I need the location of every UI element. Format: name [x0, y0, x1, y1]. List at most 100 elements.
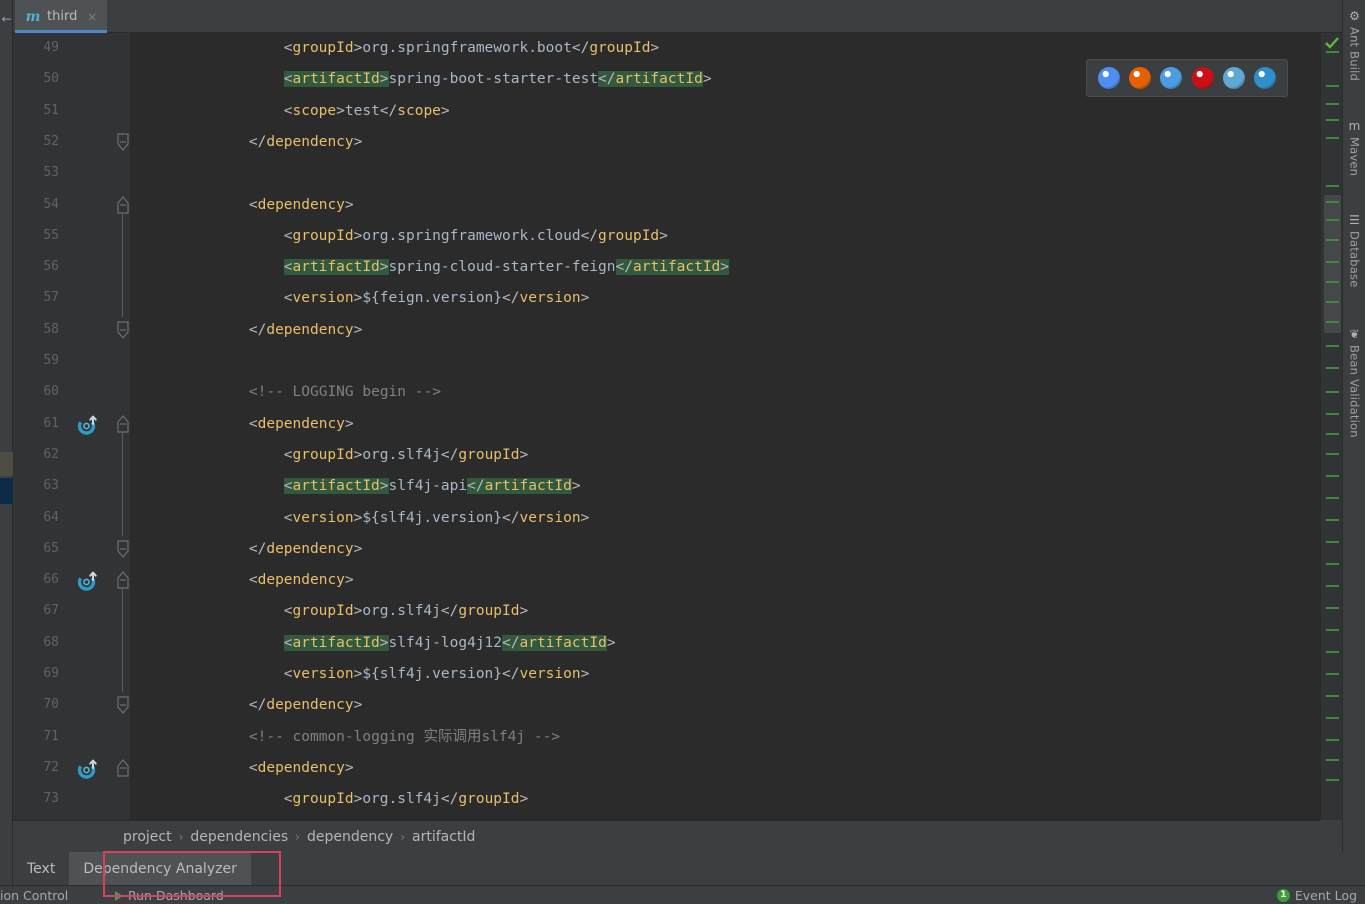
tool-window-button-database[interactable]: ☰ Database	[1343, 212, 1365, 287]
code-line[interactable]: <groupId>org.slf4j</groupId>	[284, 440, 528, 471]
error-stripe-mark[interactable]	[1326, 779, 1339, 781]
code-line[interactable]: <artifactId>slf4j-api</artifactId>	[283, 471, 581, 502]
error-stripe-mark[interactable]	[1326, 541, 1339, 543]
error-stripe-mark[interactable]	[1326, 717, 1339, 719]
chrome-icon[interactable]	[1097, 67, 1120, 89]
editor-gutter[interactable]: 49 50 51 52 53 54 55 56 57 58 59 60 61 62 63 64 65 66 67 68…	[13, 33, 130, 820]
error-stripe-mark[interactable]	[1326, 137, 1339, 139]
internet-explorer-icon[interactable]	[1222, 67, 1245, 89]
error-stripe-mark[interactable]	[1326, 759, 1339, 761]
error-stripe-mark[interactable]	[1326, 563, 1339, 565]
error-stripe-mark[interactable]	[1326, 239, 1339, 241]
code-line[interactable]: </dependency>	[249, 534, 363, 565]
error-stripe-mark[interactable]	[1326, 433, 1339, 435]
fold-start-icon[interactable]	[116, 569, 130, 591]
breadcrumb-item-artifactId[interactable]: artifactId	[412, 829, 475, 845]
error-stripe-mark[interactable]	[1326, 497, 1339, 499]
error-stripe-mark[interactable]	[1326, 185, 1339, 187]
error-stripe-mark[interactable]	[1326, 629, 1339, 631]
code-line[interactable]: </dependency>	[249, 127, 363, 158]
error-stripe[interactable]	[1320, 33, 1342, 820]
maven-reimport-icon[interactable]	[77, 414, 99, 436]
bean-validation-icon: ❦	[1349, 327, 1360, 341]
fold-end-icon[interactable]	[116, 538, 130, 560]
close-icon[interactable]: ×	[85, 10, 99, 24]
edge-icon[interactable]	[1254, 67, 1277, 89]
error-stripe-mark[interactable]	[1326, 651, 1339, 653]
error-stripe-mark[interactable]	[1326, 119, 1339, 121]
code-editor[interactable]: 49 50 51 52 53 54 55 56 57 58 59 60 61 62 63 64 65 66 67 68…	[13, 33, 1320, 820]
error-stripe-mark[interactable]	[1326, 413, 1339, 415]
fold-start-icon[interactable]	[116, 413, 130, 435]
firefox-icon[interactable]	[1128, 67, 1151, 89]
error-stripe-mark[interactable]	[1326, 391, 1339, 393]
error-stripe-mark[interactable]	[1326, 345, 1339, 347]
fold-end-icon[interactable]	[116, 694, 130, 716]
maven-reimport-icon[interactable]	[77, 758, 99, 780]
error-stripe-mark[interactable]	[1326, 85, 1339, 87]
code-line[interactable]: <version>${feign.version}</version>	[284, 283, 590, 314]
code-line[interactable]: <scope>test</scope>	[284, 96, 450, 127]
error-stripe-mark[interactable]	[1326, 607, 1339, 609]
code-line[interactable]: <groupId>org.slf4j</groupId>	[284, 784, 528, 815]
status-event-log-label: Event Log	[1294, 888, 1357, 903]
tool-window-button-ant-build[interactable]: ⚙ Ant Build	[1343, 8, 1365, 81]
code-line[interactable]: </dependency>	[249, 690, 363, 721]
code-line[interactable]: <dependency>	[249, 753, 354, 784]
status-event-log[interactable]: 1 Event Log	[1276, 888, 1357, 903]
collapse-sidebar-icon[interactable]: ←	[0, 8, 13, 30]
code-line[interactable]: <!-- LOGGING begin -->	[249, 377, 441, 408]
code-line[interactable]: <version>${slf4j.version}</version>	[284, 503, 590, 534]
error-stripe-mark[interactable]	[1326, 301, 1339, 303]
opera-icon[interactable]	[1191, 67, 1214, 89]
fold-start-icon[interactable]	[116, 194, 130, 216]
tool-window-button-maven[interactable]: m Maven	[1343, 118, 1365, 176]
fold-end-icon[interactable]	[116, 131, 130, 153]
code-line[interactable]: <groupId>org.springframework.cloud</grou…	[284, 221, 668, 252]
error-stripe-mark[interactable]	[1326, 519, 1339, 521]
editor-tab-third[interactable]: m third ×	[15, 0, 108, 33]
breadcrumb-item-dependency[interactable]: dependency	[307, 829, 393, 845]
error-stripe-mark[interactable]	[1326, 673, 1339, 675]
scrollbar-thumb[interactable]	[1324, 195, 1341, 333]
code-line[interactable]: <dependency>	[249, 409, 354, 440]
error-stripe-mark[interactable]	[1326, 103, 1339, 105]
code-line[interactable]: <artifactId>spring-cloud-starter-feign</…	[283, 252, 730, 283]
fold-start-icon[interactable]	[116, 757, 130, 779]
error-stripe-mark[interactable]	[1326, 219, 1339, 221]
error-stripe-mark[interactable]	[1326, 51, 1339, 53]
error-stripe-mark[interactable]	[1326, 281, 1339, 283]
error-stripe-mark[interactable]	[1326, 321, 1339, 323]
fold-end-icon[interactable]	[116, 319, 130, 341]
bottom-tab-dependency-analyzer[interactable]: Dependency Analyzer	[69, 852, 251, 885]
breadcrumb-item-dependencies[interactable]: dependencies	[190, 829, 288, 845]
code-line[interactable]: </dependency>	[249, 315, 363, 346]
error-stripe-mark[interactable]	[1326, 261, 1339, 263]
code-line[interactable]: <groupId>org.slf4j</groupId>	[284, 596, 528, 627]
code-content[interactable]: <groupId>org.springframework.boot</group…	[130, 33, 1320, 820]
error-stripe-mark[interactable]	[1326, 475, 1339, 477]
error-stripe-mark[interactable]	[1326, 695, 1339, 697]
bottom-tab-text[interactable]: Text	[13, 852, 69, 885]
error-stripe-mark[interactable]	[1326, 453, 1339, 455]
status-run-dashboard[interactable]: Run Dashboard	[115, 888, 224, 903]
code-line[interactable]: <!-- common-logging 实际调用slf4j -->	[249, 722, 560, 753]
code-line[interactable]: <version>${slf4j.version}</version>	[284, 659, 590, 690]
error-stripe-mark[interactable]	[1326, 367, 1339, 369]
code-line[interactable]: <artifactId>slf4j-log4j12</artifactId>	[283, 628, 616, 659]
status-version-control[interactable]: ion Control	[0, 888, 68, 903]
error-stripe-mark[interactable]	[1326, 739, 1339, 741]
safari-icon[interactable]	[1160, 67, 1183, 89]
code-line[interactable]: <dependency>	[249, 190, 354, 221]
breadcrumb[interactable]: project › dependencies › dependency › artifact…	[13, 820, 1320, 852]
error-stripe-mark[interactable]	[1326, 201, 1339, 203]
inspection-ok-icon[interactable]	[1324, 35, 1340, 51]
open-in-browser-toolbar[interactable]	[1086, 59, 1288, 97]
tool-window-button-bean-validation[interactable]: ❦ Bean Validation	[1343, 326, 1365, 438]
breadcrumb-item-project[interactable]: project	[123, 829, 172, 845]
maven-reimport-icon[interactable]	[77, 570, 99, 592]
code-line[interactable]: <dependency>	[249, 565, 354, 596]
error-stripe-mark[interactable]	[1326, 585, 1339, 587]
code-line[interactable]: <groupId>org.springframework.boot</group…	[284, 33, 659, 64]
code-line[interactable]: <artifactId>spring-boot-starter-test</ar…	[283, 64, 712, 95]
